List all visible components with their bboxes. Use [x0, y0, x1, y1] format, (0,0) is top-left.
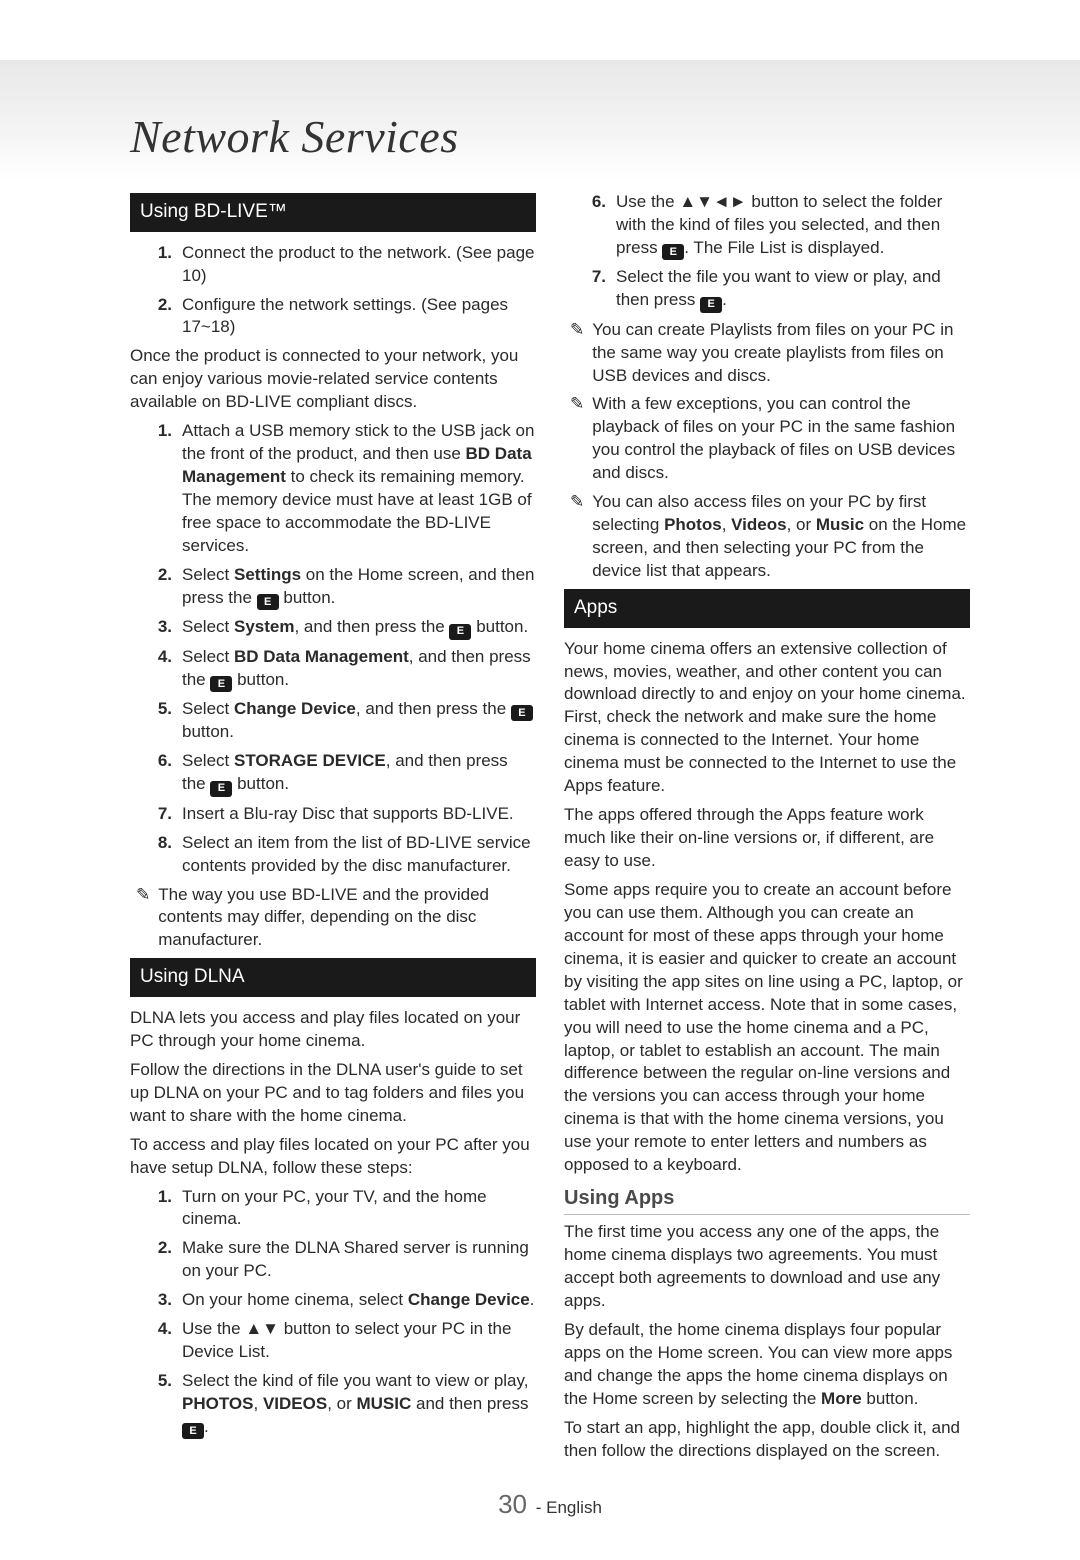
enter-icon — [511, 705, 533, 721]
list-item: 4.Use the ▲▼ button to select your PC in… — [130, 1318, 536, 1364]
enter-icon — [182, 1423, 204, 1439]
arrow-up-down-icon: ▲▼ — [245, 1319, 279, 1338]
enter-icon — [449, 624, 471, 640]
section-dlna: Using DLNA — [130, 958, 536, 997]
note: ✎You can also access files on your PC by… — [564, 491, 970, 583]
right-column: 6.Use the ▲▼◄► button to select the fold… — [564, 187, 970, 1469]
list-item: 1.Turn on your PC, your TV, and the home… — [130, 1186, 536, 1232]
page-footer: 30 - English — [90, 1489, 1010, 1520]
page-number: 30 — [498, 1489, 527, 1519]
list-item: 8.Select an item from the list of BD-LIV… — [130, 832, 536, 878]
enter-icon — [210, 676, 232, 692]
apps-p3: Some apps require you to create an accou… — [564, 879, 970, 1177]
apps-p1: Your home cinema offers an extensive col… — [564, 638, 970, 799]
list-item: 2.Make sure the DLNA Shared server is ru… — [130, 1237, 536, 1283]
dlna-steps: 1.Turn on your PC, your TV, and the home… — [130, 1186, 536, 1440]
bdlive-steps: 1.Attach a USB memory stick to the USB j… — [130, 420, 536, 877]
list-item: 3.Select System, and then press the butt… — [130, 616, 536, 639]
list-item: 6.Select STORAGE DEVICE, and then press … — [130, 750, 536, 796]
note: ✎ The way you use BD-LIVE and the provid… — [130, 884, 536, 953]
note-icon: ✎ — [570, 319, 584, 388]
enter-icon — [662, 244, 684, 260]
list-item: 1.Attach a USB memory stick to the USB j… — [130, 420, 536, 558]
using-apps-p3: To start an app, highlight the app, doub… — [564, 1417, 970, 1463]
subheading-using-apps: Using Apps — [564, 1185, 970, 1215]
apps-p2: The apps offered through the Apps featur… — [564, 804, 970, 873]
bdlive-prelist: 1.Connect the product to the network. (S… — [130, 242, 536, 340]
list-item: 2.Configure the network settings. (See p… — [130, 294, 536, 340]
left-column: Using BD-LIVE™ 1.Connect the product to … — [130, 187, 536, 1469]
list-item: 4.Select BD Data Management, and then pr… — [130, 646, 536, 692]
dlna-steps-cont: 6.Use the ▲▼◄► button to select the fold… — [564, 191, 970, 313]
dlna-p1: DLNA lets you access and play files loca… — [130, 1007, 536, 1053]
list-item: 7.Select the file you want to view or pl… — [564, 266, 970, 312]
list-item: 6.Use the ▲▼◄► button to select the fold… — [564, 191, 970, 260]
note-icon: ✎ — [136, 884, 150, 953]
list-item: 3.On your home cinema, select Change Dev… — [130, 1289, 536, 1312]
dlna-p2: Follow the directions in the DLNA user's… — [130, 1059, 536, 1128]
page-title: Network Services — [130, 110, 1010, 163]
note: ✎You can create Playlists from files on … — [564, 319, 970, 388]
section-bd-live: Using BD-LIVE™ — [130, 193, 536, 232]
enter-icon — [210, 781, 232, 797]
enter-icon — [700, 297, 722, 313]
list-item: 7.Insert a Blu-ray Disc that supports BD… — [130, 803, 536, 826]
list-item: 5.Select Change Device, and then press t… — [130, 698, 536, 744]
note-icon: ✎ — [570, 393, 584, 485]
list-item: 5.Select the kind of file you want to vi… — [130, 1370, 536, 1439]
enter-icon — [257, 594, 279, 610]
arrow-all-icon: ▲▼◄► — [679, 192, 746, 211]
using-apps-p1: The first time you access any one of the… — [564, 1221, 970, 1313]
note-icon: ✎ — [570, 491, 584, 583]
list-item: 2.Select Settings on the Home screen, an… — [130, 564, 536, 610]
dlna-p3: To access and play files located on your… — [130, 1134, 536, 1180]
note: ✎With a few exceptions, you can control … — [564, 393, 970, 485]
using-apps-p2: By default, the home cinema displays fou… — [564, 1319, 970, 1411]
footer-lang: English — [546, 1498, 602, 1517]
section-apps: Apps — [564, 589, 970, 628]
bdlive-intro: Once the product is connected to your ne… — [130, 345, 536, 414]
list-item: 1.Connect the product to the network. (S… — [130, 242, 536, 288]
